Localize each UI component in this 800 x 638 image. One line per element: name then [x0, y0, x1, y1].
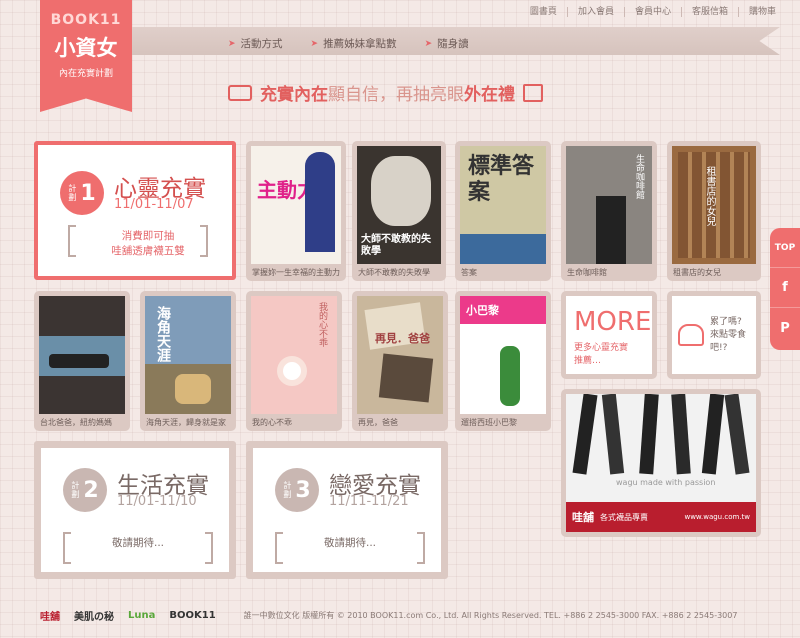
plan-date: 11/01-11/07 — [114, 197, 194, 212]
top-nav: 圖書頁 加入會員 會員中心 客服信箱 購物車 — [520, 7, 786, 17]
footer-logo[interactable]: BOOK11 — [169, 610, 215, 621]
plan-date: 11/11-11/21 — [329, 494, 409, 509]
book-caption: 掌握妳一生幸福的主動力 — [252, 268, 340, 277]
footer: 哇舖 美肌の秘 Luna BOOK11 誰一中數位文化 版權所有 © 2010 … — [40, 608, 780, 623]
burger-icon — [678, 324, 704, 346]
copyright: 誰一中數位文化 版權所有 © 2010 BOOK11.com Co., Ltd.… — [243, 611, 738, 620]
book-tile[interactable]: 再見．爸爸 再見，爸爸 — [352, 291, 448, 431]
arrow-icon: ➤ — [310, 38, 319, 49]
book-cover: 我的心不乖 — [251, 296, 337, 414]
book-icon — [228, 84, 252, 101]
snack-tile[interactable]: 累了嗎? 來點零食吧!? — [667, 291, 761, 379]
book-tile[interactable]: 主動力 掌握妳一生幸福的主動力 — [246, 141, 346, 281]
site-logo[interactable]: BOOK11 小資女 內在充實計劃 — [40, 0, 132, 112]
nav-cart[interactable]: 購物車 — [737, 7, 786, 17]
book-cover — [39, 296, 125, 414]
plan-number: 計劃 3 — [275, 468, 319, 512]
ad-tag: 各式襪品專賣 — [600, 512, 648, 522]
ad-caption: wagu made with passion — [616, 478, 716, 487]
book-cover: 再見．爸爸 — [357, 296, 443, 414]
book-caption: 再見，爸爸 — [358, 418, 398, 427]
book-cover: 租書店的女兒 — [672, 146, 756, 264]
plurk-icon[interactable]: P — [770, 308, 800, 348]
more-title: MORE — [574, 307, 652, 337]
plan-1-card[interactable]: 計劃 1 心靈充實 11/01-11/07 消費即可抽 哇舖透膚襪五雙 — [34, 141, 236, 280]
menu-item-refer[interactable]: ➤ 推薦姊妹拿點數 — [311, 36, 397, 51]
ad-brand: 哇舖 — [572, 511, 594, 524]
footer-logo[interactable]: Luna — [128, 610, 155, 621]
book-cover: 標準答案 — [460, 146, 546, 264]
snack-text: 累了嗎? 來點零食吧!? — [710, 316, 747, 353]
book-tile[interactable]: 生命咖啡館 生命咖啡館 — [561, 141, 657, 281]
book-tile[interactable]: 我的心不乖 我的心不乖 — [246, 291, 342, 431]
menu-item-read[interactable]: ➤ 隨身讀 — [425, 36, 469, 51]
ad-banner[interactable]: wagu made with passion 哇舖 各式襪品專賣 www.wag… — [561, 389, 761, 537]
plan-number: 計劃 1 — [60, 171, 104, 215]
book-caption: 遛搭西班小巴黎 — [461, 418, 517, 427]
nav-join[interactable]: 加入會員 — [566, 7, 624, 17]
gift-icon — [523, 83, 543, 102]
book-tile[interactable]: 海角天涯 海角天涯，歸身就是家 — [140, 291, 236, 431]
book-tile[interactable]: 小巴黎 遛搭西班小巴黎 — [455, 291, 551, 431]
book-caption: 租書店的女兒 — [673, 268, 721, 277]
book-tile[interactable]: 租書店的女兒 租書店的女兒 — [667, 141, 761, 281]
plan-date: 11/01-11/10 — [117, 494, 197, 509]
menu-item-activity[interactable]: ➤ 活動方式 — [228, 36, 283, 51]
book-caption: 我的心不乖 — [252, 418, 292, 427]
more-subtitle: 更多心靈充實 推薦… — [574, 343, 629, 366]
plan-2-card[interactable]: 計劃 2 生活充實 11/01-11/10 敬請期待... — [34, 441, 236, 579]
book-cover: 小巴黎 — [460, 296, 546, 414]
book-cover: 海角天涯 — [145, 296, 231, 414]
plan-wait: 敬請期待... — [275, 532, 425, 564]
book-cover: 主動力 — [251, 146, 341, 264]
book-tile[interactable]: 台北爸爸，紐約媽媽 — [34, 291, 130, 431]
book-caption: 生命咖啡館 — [567, 268, 607, 277]
nav-service[interactable]: 客服信箱 — [680, 7, 738, 17]
top-button[interactable]: TOP — [770, 228, 800, 268]
book-caption: 海角天涯，歸身就是家 — [146, 418, 226, 427]
nav-member[interactable]: 會員中心 — [623, 7, 681, 17]
slogan: 充實內在 顯自信，再抽亮眼 外在禮 — [228, 80, 543, 105]
book-caption: 答案 — [461, 268, 477, 277]
book-tile[interactable]: 標準答案 答案 — [455, 141, 551, 281]
nav-books[interactable]: 圖書頁 — [520, 7, 567, 17]
ad-url: www.wagu.com.tw — [684, 513, 750, 521]
side-toolbar: TOP f P — [770, 228, 800, 350]
arrow-icon: ➤ — [228, 38, 236, 49]
plan-3-card[interactable]: 計劃 3 戀愛充實 11/11-11/21 敬請期待... — [246, 441, 448, 579]
book-cover: 大師不敢教的失敗學 — [357, 146, 441, 264]
plan-wait: 敬請期待... — [63, 532, 213, 564]
plan-number: 計劃 2 — [63, 468, 107, 512]
more-tile[interactable]: MORE 更多心靈充實 推薦… — [561, 291, 657, 379]
main-menu: ➤ 活動方式 ➤ 推薦姊妹拿點數 ➤ 隨身讀 — [228, 36, 469, 51]
book-caption: 台北爸爸，紐約媽媽 — [40, 418, 112, 427]
plan-prize: 消費即可抽 哇舖透膚襪五雙 — [68, 225, 208, 259]
footer-logo[interactable]: 哇舖 — [40, 608, 60, 623]
book-cover: 生命咖啡館 — [566, 146, 652, 264]
footer-logo[interactable]: 美肌の秘 — [74, 608, 114, 623]
book-tile[interactable]: 大師不敢教的失敗學 大師不敢教的失敗學 — [352, 141, 446, 281]
arrow-icon: ➤ — [424, 38, 433, 49]
facebook-icon[interactable]: f — [770, 268, 800, 308]
book-caption: 大師不敢教的失敗學 — [358, 268, 430, 277]
